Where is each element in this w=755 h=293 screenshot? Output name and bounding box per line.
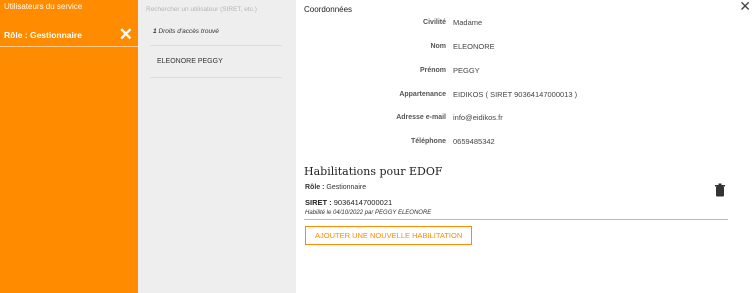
coordinates-title: Coordonnées [304, 5, 353, 14]
list-divider [150, 77, 282, 78]
close-role-icon[interactable]: ✕ [119, 25, 133, 45]
habilitation-siret: SIRET : 90364147000021 [305, 198, 392, 207]
trash-icon[interactable] [714, 183, 726, 197]
user-details-panel: ✕ Coordonnées Civilité Madame Nom ELEONO… [296, 0, 755, 293]
lastname-label: Nom [430, 43, 446, 50]
habilitations-title: Habilitations pour EDOF [304, 165, 443, 178]
service-sidebar: Utilisateurs du service Rôle : Gestionna… [0, 0, 138, 293]
email-value: info@eidikos.fr [453, 113, 503, 122]
add-habilitation-button[interactable]: AJOUTER UNE NOUVELLE HABILITATION [305, 226, 473, 245]
habilitation-divider [304, 219, 728, 220]
habilitation-role: Rôle : Gestionnaire [305, 184, 366, 191]
result-count-number: 1 [153, 28, 157, 35]
habilitation-siret-label: SIRET : [305, 198, 332, 207]
role-label: Rôle : Gestionnaire [4, 30, 82, 40]
result-count: 1 Droits d'accès trouvé [153, 28, 219, 35]
user-search-input[interactable] [146, 2, 286, 16]
list-divider [150, 45, 282, 46]
habilitation-role-label: Rôle : [305, 184, 325, 191]
habilitation-meta: Habilité le 04/10/2022 par PEGGY ELEONOR… [305, 210, 432, 216]
user-list-item[interactable]: ELEONORE PEGGY [157, 58, 223, 65]
role-item[interactable]: Rôle : Gestionnaire ✕ [0, 25, 138, 47]
phone-label: Téléphone [410, 138, 446, 145]
civility-value: Madame [453, 18, 483, 27]
close-icon[interactable]: ✕ [739, 0, 751, 15]
user-list-panel: 1 Droits d'accès trouvé ELEONORE PEGGY [138, 0, 296, 293]
phone-value: 0659485342 [453, 137, 495, 146]
firstname-label: Prénom [419, 67, 446, 74]
email-label: Adresse e-mail [396, 114, 446, 121]
lastname-value: ELEONORE [453, 42, 495, 51]
firstname-value: PEGGY [453, 66, 480, 75]
service-title: Utilisateurs du service [4, 2, 83, 11]
affiliation-value: EIDIKOS ( SIRET 90364147000013 ) [453, 90, 578, 99]
affiliation-label: Appartenance [399, 91, 446, 98]
civility-label: Civilité [423, 19, 446, 26]
habilitation-siret-value: 90364147000021 [333, 198, 393, 207]
habilitation-role-value: Gestionnaire [326, 184, 367, 191]
result-count-text: Droits d'accès trouvé [158, 28, 219, 35]
